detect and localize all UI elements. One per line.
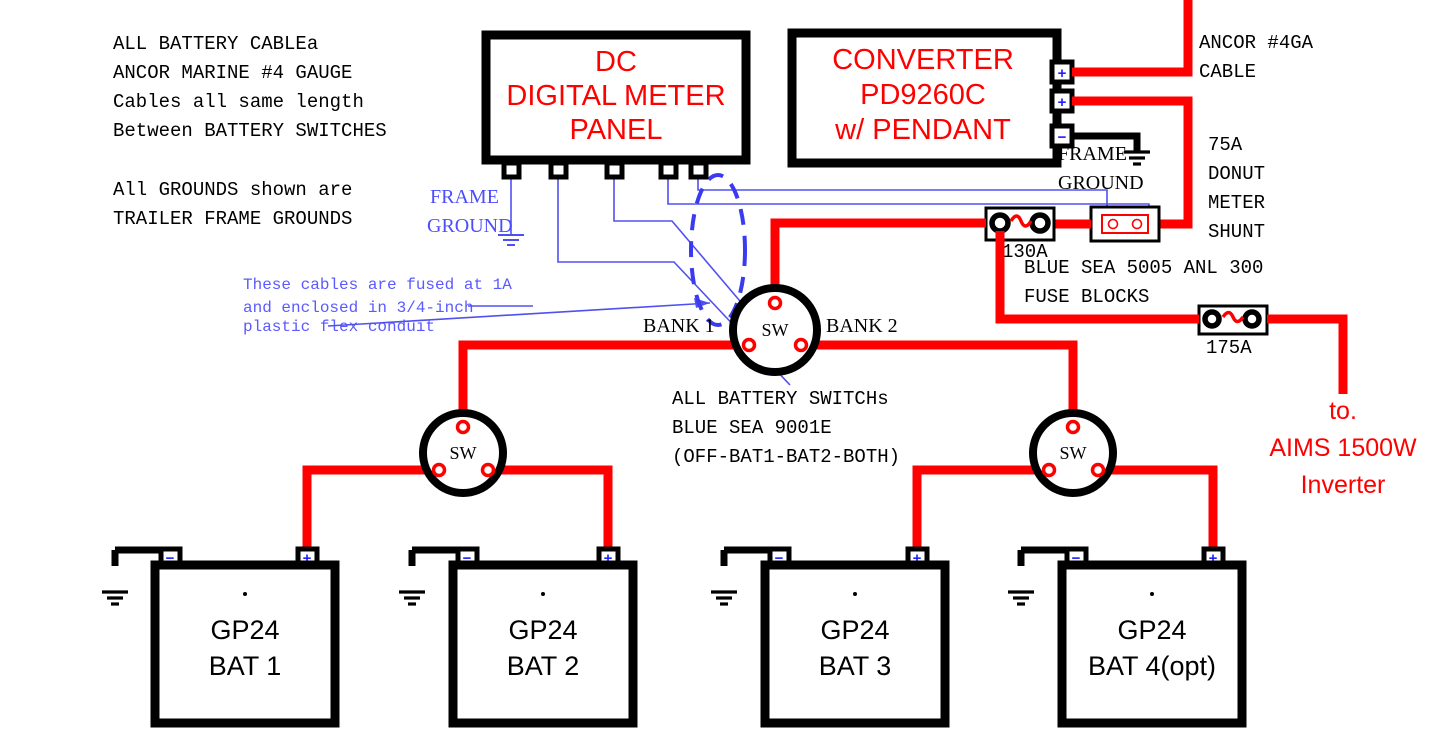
sw-bank1-terminal-left[interactable] bbox=[431, 462, 447, 478]
fuse-note-line-1: and enclosed in 3/4-inch bbox=[243, 299, 473, 317]
shunt-terminal-left[interactable] bbox=[1107, 218, 1119, 230]
shunt-note-line-3: SHUNT bbox=[1208, 221, 1265, 243]
converter-line-0: CONVERTER bbox=[832, 44, 1014, 76]
converter-terminal-pos-1-sign: + bbox=[1058, 65, 1067, 82]
meter-panel-terminal-2[interactable] bbox=[548, 160, 569, 180]
cable-note-line-3: Between BATTERY SWITCHES bbox=[113, 120, 387, 142]
bat2-model: GP24 bbox=[508, 615, 577, 645]
bat4-model: GP24 bbox=[1117, 615, 1186, 645]
frame-ground-label-line-1: GROUND bbox=[427, 215, 513, 237]
shunt-note-line-1: DONUT bbox=[1208, 163, 1265, 185]
converter-ground-label-line-1: GROUND bbox=[1058, 172, 1144, 194]
sw-bank2-label: SW bbox=[1060, 443, 1087, 463]
frame-ground-label-line-0: FRAME bbox=[430, 186, 499, 208]
sw-main-terminal-left[interactable] bbox=[741, 337, 757, 353]
battery-switch-bank2[interactable]: SW bbox=[1029, 409, 1117, 497]
meter-panel-terminal-1[interactable] bbox=[501, 160, 522, 180]
bat1-name: BAT 1 bbox=[209, 651, 282, 681]
bat3-model: GP24 bbox=[820, 615, 889, 645]
battery-switch-main[interactable]: SW bbox=[729, 284, 821, 376]
fuse-130a-terminal-right[interactable] bbox=[1029, 212, 1051, 234]
converter-terminal-pos-2[interactable]: + bbox=[1049, 88, 1075, 114]
inverter-line-0: to. bbox=[1329, 397, 1357, 425]
shunt-note-line-2: METER bbox=[1208, 192, 1265, 214]
dc-digital-meter-panel[interactable]: DC DIGITAL METER PANEL bbox=[481, 30, 751, 180]
sw-bank1-label: SW bbox=[450, 443, 477, 463]
wiring-diagram: ALL BATTERY CABLEa ANCOR MARINE #4 GAUGE… bbox=[0, 0, 1453, 751]
converter-unit[interactable]: CONVERTER PD9260C w/ PENDANT + + − bbox=[787, 28, 1075, 168]
bat4-name: BAT 4(opt) bbox=[1088, 651, 1216, 681]
shunt-note-line-0: 75A bbox=[1208, 134, 1243, 156]
meter-panel-line-2: PANEL bbox=[570, 114, 663, 146]
switch-note-line-0: ALL BATTERY SWITCHs bbox=[672, 388, 889, 410]
sw-main-terminal-top[interactable] bbox=[767, 295, 783, 311]
fuse-175a-amp-label: 175A bbox=[1206, 337, 1252, 359]
shunt-terminal-right[interactable] bbox=[1131, 218, 1143, 230]
sw-bank2-terminal-right[interactable] bbox=[1090, 462, 1106, 478]
sw-bank1-terminal-right[interactable] bbox=[480, 462, 496, 478]
ancor-cable-line-0: ANCOR #4GA bbox=[1199, 32, 1314, 54]
cable-note-line-1: ANCOR MARINE #4 GAUGE bbox=[113, 62, 352, 84]
sw-bank1-terminal-top[interactable] bbox=[455, 419, 471, 435]
bat2-name: BAT 2 bbox=[507, 651, 580, 681]
bat3-center-dot bbox=[853, 592, 857, 596]
meter-panel-terminal-3[interactable] bbox=[604, 160, 625, 180]
switch-note-line-2: (OFF-BAT1-BAT2-BOTH) bbox=[672, 446, 900, 468]
meter-panel-line-1: DIGITAL METER bbox=[506, 80, 725, 112]
bat3-name: BAT 3 bbox=[819, 651, 892, 681]
converter-terminal-pos-1[interactable]: + bbox=[1049, 59, 1075, 85]
sw-main-label: SW bbox=[762, 320, 789, 340]
fuse-130a-terminal-left[interactable] bbox=[989, 212, 1011, 234]
donut-meter-shunt[interactable] bbox=[1089, 205, 1161, 243]
bat4-center-dot bbox=[1150, 592, 1154, 596]
fuse-175a-terminal-left[interactable] bbox=[1202, 309, 1222, 329]
meter-panel-line-0: DC bbox=[595, 46, 637, 78]
fuse-block-note-line-1: FUSE BLOCKS bbox=[1024, 286, 1149, 308]
converter-line-2: w/ PENDANT bbox=[834, 114, 1011, 146]
meter-panel-terminal-5[interactable] bbox=[688, 160, 709, 180]
cable-note-line-0: ALL BATTERY CABLEa bbox=[113, 33, 318, 55]
bank-2-label: BANK 2 bbox=[826, 315, 898, 337]
cable-note-line-2: Cables all same length bbox=[113, 91, 364, 113]
inverter-line-2: Inverter bbox=[1301, 471, 1386, 499]
fuse-block-note-line-0: BLUE SEA 5005 ANL 300 bbox=[1024, 257, 1263, 279]
converter-line-1: PD9260C bbox=[860, 79, 986, 111]
battery-switch-bank1[interactable]: SW bbox=[419, 409, 507, 497]
fuse-175a-terminal-right[interactable] bbox=[1242, 309, 1262, 329]
ancor-cable-line-1: CABLE bbox=[1199, 61, 1256, 83]
sw-bank2-terminal-top[interactable] bbox=[1065, 419, 1081, 435]
ground-note-line-0: All GROUNDS shown are bbox=[113, 179, 352, 201]
meter-panel-terminal-4[interactable] bbox=[658, 160, 679, 180]
converter-ground-label-line-0: FRAME bbox=[1058, 143, 1127, 165]
switch-note-line-1: BLUE SEA 9001E bbox=[672, 417, 832, 439]
sw-main-terminal-right[interactable] bbox=[793, 337, 809, 353]
bat1-model: GP24 bbox=[210, 615, 279, 645]
bat2-center-dot bbox=[541, 592, 545, 596]
converter-terminal-pos-2-sign: + bbox=[1058, 94, 1067, 111]
inverter-line-1: AIMS 1500W bbox=[1269, 434, 1417, 462]
fuse-note-line-0: These cables are fused at 1A bbox=[243, 276, 512, 294]
ground-note-line-1: TRAILER FRAME GROUNDS bbox=[113, 208, 352, 230]
bat1-center-dot bbox=[243, 592, 247, 596]
bank-1-label: BANK 1 bbox=[643, 315, 715, 337]
sw-bank2-terminal-left[interactable] bbox=[1041, 462, 1057, 478]
